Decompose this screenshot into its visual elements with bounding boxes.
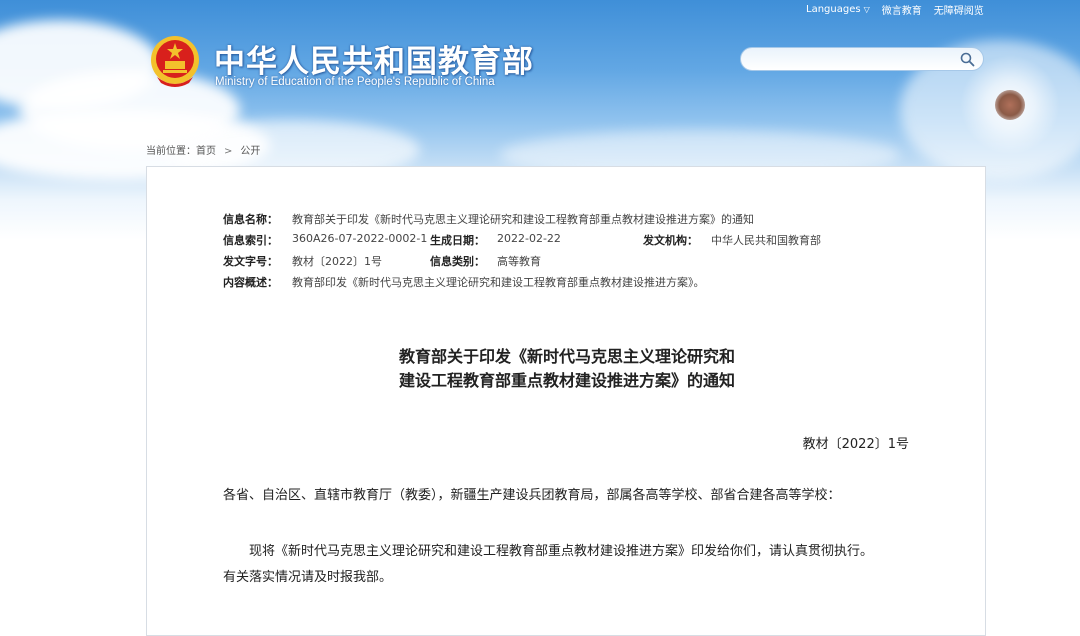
breadcrumb-home[interactable]: 首页	[196, 146, 216, 157]
search-box	[740, 47, 984, 71]
site-title-en: Ministry of Education of the People's Re…	[215, 76, 495, 88]
document-body-line2: 有关落实情况请及时报我部。	[223, 570, 393, 585]
accessibility-link[interactable]: 无障碍阅览	[934, 2, 984, 17]
languages-menu[interactable]: Languages ▽	[806, 4, 870, 15]
meta-summary-label: 内容概述：	[223, 276, 278, 289]
document-title-line2: 建设工程教育部重点教材建设推进方案》的通知	[398, 371, 735, 390]
meta-issuer-label: 发文机构：	[643, 234, 698, 247]
meta-name-value: 教育部关于印发《新时代马克思主义理论研究和建设工程教育部重点教材建设推进方案》的…	[292, 213, 754, 226]
meta-index-value: 360A26-07-2022-0002-1	[292, 232, 428, 245]
content-panel: 信息名称： 教育部关于印发《新时代马克思主义理论研究和建设工程教育部重点教材建设…	[146, 166, 986, 636]
meta-docno-value: 教材〔2022〕1号	[292, 255, 382, 268]
meta-category-value: 高等教育	[497, 255, 541, 268]
site-title-cn[interactable]: 中华人民共和国教育部	[214, 36, 534, 80]
meta-issuer-value: 中华人民共和国教育部	[711, 234, 821, 247]
meta-docno-label: 发文字号：	[223, 255, 278, 268]
meta-date-label: 生成日期：	[430, 234, 485, 247]
national-emblem-icon[interactable]	[149, 33, 201, 91]
document-body-line1: 现将《新时代马克思主义理论研究和建设工程教育部重点教材建设推进方案》印发给你们，…	[249, 544, 874, 559]
breadcrumb: 当前位置：首页 > 公开	[146, 142, 260, 157]
search-input[interactable]	[753, 51, 957, 69]
meta-summary-value: 教育部印发《新时代马克思主义理论研究和建设工程教育部重点教材建设推进方案》。	[292, 276, 705, 289]
breadcrumb-separator: >	[224, 146, 233, 157]
search-icon[interactable]	[960, 52, 975, 67]
meta-name-label: 信息名称：	[223, 213, 278, 226]
top-links: Languages ▽ 微言教育 无障碍阅览	[806, 2, 984, 17]
weiyan-link[interactable]: 微言教育	[882, 2, 922, 17]
document-title-line1: 教育部关于印发《新时代马克思主义理论研究和	[398, 347, 735, 366]
chevron-down-icon: ▽	[863, 4, 870, 14]
document-number: 教材〔2022〕1号	[802, 437, 909, 452]
document-title: 教育部关于印发《新时代马克思主义理论研究和 建设工程教育部重点教材建设推进方案》…	[147, 345, 987, 393]
breadcrumb-current[interactable]: 公开	[240, 146, 260, 157]
meta-date-value: 2022-02-22	[497, 232, 561, 245]
meta-category-label: 信息类别：	[430, 255, 485, 268]
breadcrumb-label: 当前位置：	[146, 146, 196, 157]
document-salutation: 各省、自治区、直辖市教育厅（教委），新疆生产建设兵团教育局，部属各高等学校、部省…	[223, 488, 841, 503]
meta-index-label: 信息索引：	[223, 234, 278, 247]
